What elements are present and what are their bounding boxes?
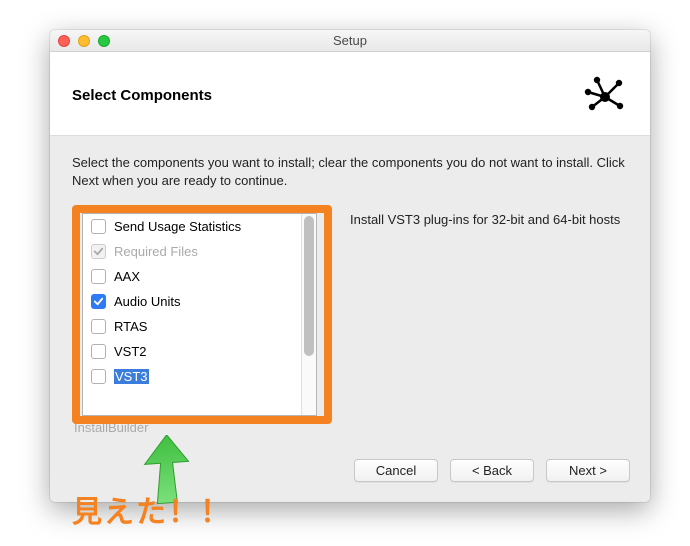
titlebar: Setup [50,30,650,52]
list-item[interactable]: AAX [83,264,316,289]
page-title: Select Components [72,87,212,104]
list-item[interactable]: Audio Units [83,289,316,314]
checkbox [91,244,106,259]
checkbox[interactable] [91,319,106,334]
window-title: Setup [50,33,650,48]
scrollbar[interactable] [301,214,316,415]
body: Select the components you want to instal… [50,136,650,443]
next-button[interactable]: Next > [546,459,630,482]
component-listbox[interactable]: Send Usage Statistics Required Files AAX Au… [82,213,317,416]
scrollbar-thumb[interactable] [304,216,314,356]
list-item-label: AAX [114,269,140,284]
instructions-text: Select the components you want to instal… [72,154,628,189]
component-list-wrap: Send Usage Statistics Required Files AAX Au… [72,207,332,435]
content-row: Send Usage Statistics Required Files AAX Au… [72,207,628,435]
checkbox[interactable] [91,269,106,284]
list-item[interactable]: VST3 [83,364,316,389]
checkbox[interactable] [91,294,106,309]
annotation-caption: 見えた！！ [72,487,232,531]
app-logo-icon [582,70,628,121]
list-item-label: VST3 [114,369,149,384]
list-item: Required Files [83,239,316,264]
cancel-button[interactable]: Cancel [354,459,438,482]
list-item[interactable]: RTAS [83,314,316,339]
list-item[interactable]: VST2 [83,339,316,364]
header: Select Components [50,52,650,136]
list-item-label: Required Files [114,244,198,259]
list-item-label: Send Usage Statistics [114,219,241,234]
setup-window: Setup Select Components [50,30,650,502]
list-item[interactable]: Send Usage Statistics [83,214,316,239]
installbuilder-label: InstallBuilder [72,416,332,435]
checkbox[interactable] [91,219,106,234]
component-description: Install VST3 plug-ins for 32-bit and 64-… [350,207,628,435]
checkbox[interactable] [91,344,106,359]
list-item-label: RTAS [114,319,147,334]
checkbox[interactable] [91,369,106,384]
list-item-label: Audio Units [114,294,180,309]
list-item-label: VST2 [114,344,147,359]
back-button[interactable]: < Back [450,459,534,482]
